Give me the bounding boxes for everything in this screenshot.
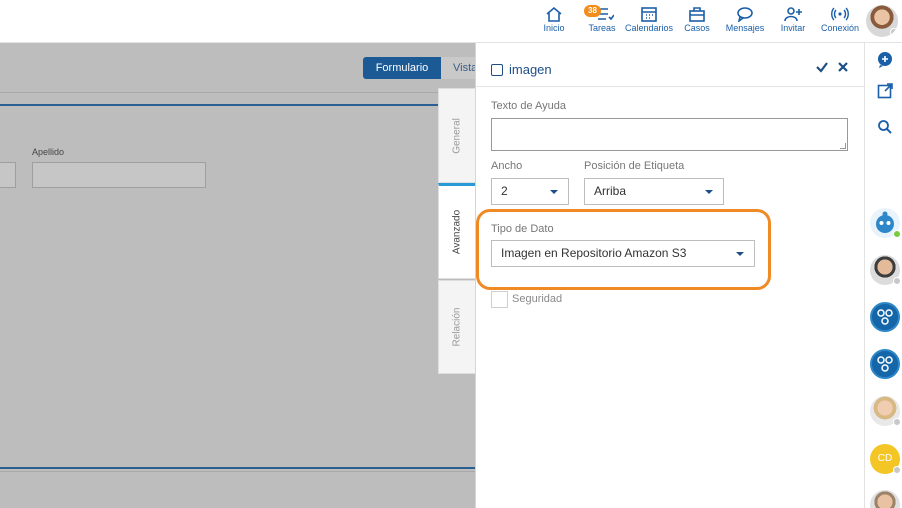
posicion-value: Arriba xyxy=(594,184,627,198)
ancho-value: 2 xyxy=(501,184,508,198)
chevron-down-icon xyxy=(736,252,744,256)
invite-user-icon xyxy=(784,7,802,22)
tab-general-label: General xyxy=(451,117,463,154)
tab-relacion[interactable]: Relación xyxy=(438,280,475,374)
properties-panel: imagen Texto de Ayuda Ancho 2 Posición d… xyxy=(475,43,865,508)
tab-avanzado[interactable]: Avanzado xyxy=(438,183,475,279)
group-icon xyxy=(877,309,893,325)
form-field[interactable] xyxy=(0,162,16,188)
offline-status-indicator xyxy=(893,466,901,474)
search-icon[interactable] xyxy=(877,119,893,135)
tasks-badge: 38 xyxy=(584,5,601,17)
online-status-indicator xyxy=(893,230,901,238)
contact-avatar[interactable] xyxy=(870,396,901,426)
top-navigation-bar: Inicio 38 Tareas Calendarios Casos Mensa… xyxy=(0,0,902,43)
panel-title-text: imagen xyxy=(509,62,552,77)
tab-general[interactable]: General xyxy=(438,88,475,183)
contact-avatar[interactable] xyxy=(870,490,900,508)
nav-conexion-label: Conexión xyxy=(820,23,860,33)
help-text-label: Texto de Ayuda xyxy=(491,100,567,112)
tab-avanzado-label: Avanzado xyxy=(451,209,463,255)
apellido-field[interactable] xyxy=(32,162,206,188)
divider xyxy=(0,104,475,106)
offline-status-indicator xyxy=(893,418,901,426)
group-icon xyxy=(877,356,893,372)
user-status-indicator xyxy=(890,28,898,36)
signal-icon xyxy=(831,7,849,21)
divider xyxy=(0,467,475,469)
tipo-dato-label: Tipo de Dato xyxy=(491,223,554,235)
group-avatar[interactable] xyxy=(870,302,900,332)
chevron-down-icon xyxy=(705,190,713,194)
tipo-dato-value: Imagen en Repositorio Amazon S3 xyxy=(501,246,687,260)
contact-avatar-initials[interactable]: CD xyxy=(870,444,901,474)
divider xyxy=(0,471,475,472)
resize-handle[interactable] xyxy=(840,143,846,149)
confirm-check-icon[interactable] xyxy=(815,60,829,74)
help-text-input[interactable] xyxy=(491,118,848,151)
posicion-label: Posición de Etiqueta xyxy=(584,160,685,172)
calendar-icon xyxy=(641,7,657,22)
offline-status-indicator xyxy=(893,277,901,285)
bot-avatar[interactable] xyxy=(870,208,901,238)
divider xyxy=(0,92,475,93)
user-avatar[interactable] xyxy=(866,5,898,37)
chat-icon xyxy=(737,7,753,22)
chevron-down-icon xyxy=(550,190,558,194)
close-icon[interactable] xyxy=(836,60,850,74)
briefcase-icon xyxy=(689,7,705,22)
formulario-button[interactable]: Formulario xyxy=(363,57,441,79)
ancho-label: Ancho xyxy=(491,160,523,172)
panel-title: imagen xyxy=(491,62,552,77)
apellido-label: Apellido xyxy=(32,147,65,157)
seguridad-checkbox[interactable] xyxy=(491,291,508,308)
ancho-select[interactable]: 2 xyxy=(491,178,569,205)
contact-initials: CD xyxy=(877,453,893,464)
posicion-select[interactable]: Arriba xyxy=(584,178,724,205)
right-rail: CD xyxy=(864,43,902,508)
tab-relacion-label: Relación xyxy=(451,307,463,347)
form-background-overlay xyxy=(0,43,475,508)
home-icon xyxy=(546,6,562,22)
group-avatar[interactable] xyxy=(870,349,900,379)
new-chat-icon[interactable] xyxy=(877,52,893,68)
external-link-icon[interactable] xyxy=(877,83,893,99)
seguridad-label: Seguridad xyxy=(512,293,563,305)
contact-avatar[interactable] xyxy=(870,255,901,285)
panel-header-divider xyxy=(476,86,865,87)
checkbox-field-icon xyxy=(491,63,503,76)
nav-conexion[interactable]: Conexión xyxy=(812,6,868,40)
tipo-dato-select[interactable]: Imagen en Repositorio Amazon S3 xyxy=(491,240,755,267)
